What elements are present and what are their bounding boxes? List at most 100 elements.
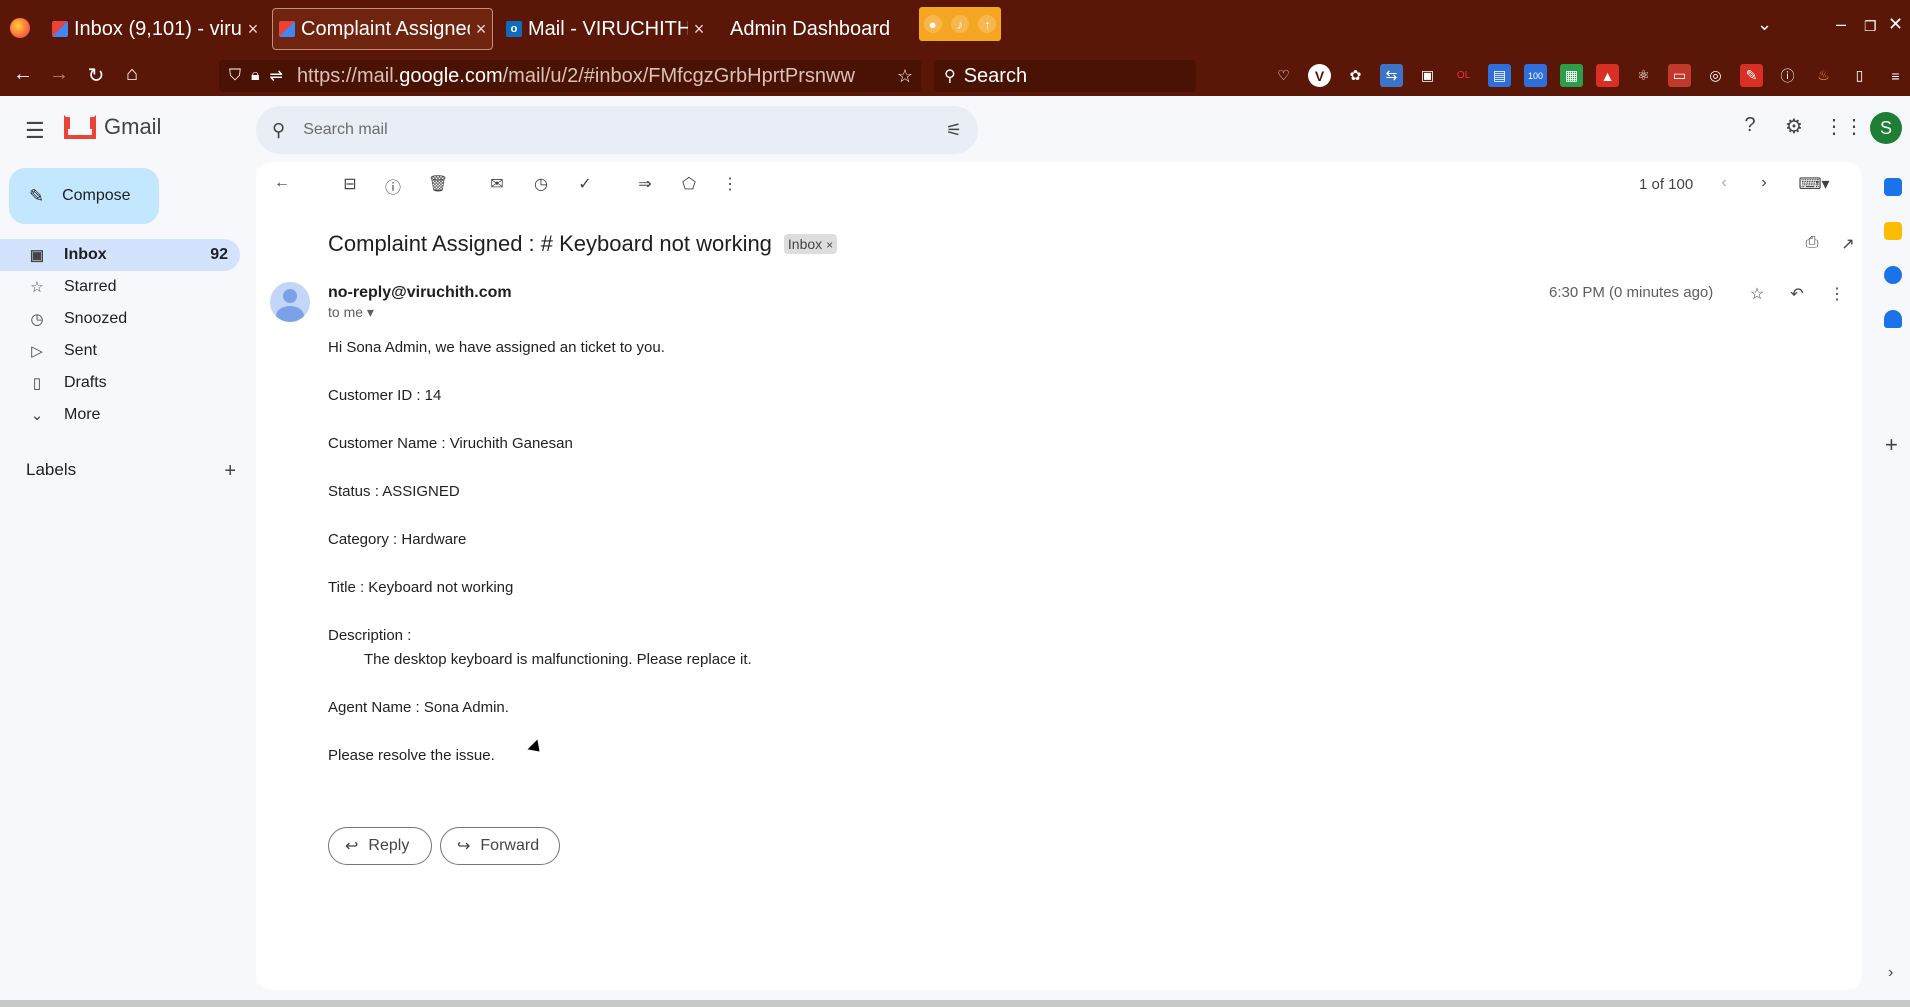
gmail-logo[interactable]: Gmail (64, 114, 161, 140)
print-icon[interactable]: ⎙ (1800, 234, 1824, 252)
firefox-logo-icon[interactable] (10, 18, 30, 38)
calendar-icon[interactable] (1884, 178, 1902, 196)
counter-extension-icon[interactable]: 100 (1524, 64, 1547, 87)
close-tab-icon[interactable]: × (688, 19, 710, 40)
ol-extension-icon[interactable]: OL (1452, 64, 1475, 87)
permissions-icon[interactable]: ⇌ (270, 66, 283, 86)
sidebar-item-sent[interactable]: ▷ Sent (0, 335, 240, 367)
bulb-extension-icon[interactable]: ◎ (1704, 64, 1727, 87)
browser-search-bar[interactable]: ⚲ Search (934, 60, 1196, 92)
main-menu-icon[interactable]: ☰ (25, 118, 45, 144)
tasks-icon[interactable] (1884, 266, 1902, 284)
input-tools-icon[interactable]: ⌨▾ (1794, 174, 1834, 194)
pocket-icon[interactable]: ♡ (1272, 64, 1295, 87)
help-icon[interactable]: ? (1736, 114, 1764, 137)
sidebar-item-more[interactable]: ⌄ More (0, 399, 240, 431)
sidebar-item-drafts[interactable]: ▯ Drafts (0, 367, 240, 399)
close-window-icon[interactable]: ✕ (1888, 14, 1903, 35)
remove-label-icon[interactable]: × (826, 238, 833, 252)
show-side-panel-icon[interactable]: › (1888, 964, 1893, 982)
box-extension-icon[interactable]: ▣ (1416, 64, 1439, 87)
open-new-window-icon[interactable]: ↗ (1836, 234, 1860, 254)
info-extension-icon[interactable]: ⓘ (1776, 64, 1799, 87)
pen-extension-icon[interactable]: ✎ (1740, 64, 1763, 87)
older-chevron-icon[interactable]: › (1752, 174, 1776, 192)
bookmark-star-icon[interactable]: ☆ (897, 66, 913, 87)
restore-icon[interactable]: ❐ (1864, 18, 1877, 35)
translate-extension-icon[interactable]: ⇆ (1380, 64, 1403, 87)
forward-button[interactable]: ↪ Forward (440, 827, 560, 865)
delete-icon[interactable]: 🗑︎ (426, 174, 450, 194)
add-label-icon[interactable]: + (224, 460, 236, 483)
sidebar-item-label: Sent (64, 342, 97, 359)
forward-icon[interactable]: → (46, 63, 72, 86)
newer-chevron-icon[interactable]: ‹ (1712, 174, 1736, 192)
more-actions-icon[interactable]: ⋮ (718, 174, 742, 194)
sender-email[interactable]: no-reply@viruchith.com (328, 284, 512, 302)
report-spam-icon[interactable]: ⓘ (381, 174, 405, 198)
url-text[interactable]: https://mail.google.com/mail/u/2/#inbox/… (297, 65, 897, 88)
body-description-label: Description : (328, 627, 412, 644)
account-avatar[interactable]: S (1870, 112, 1902, 144)
close-tab-icon[interactable]: × (470, 19, 492, 40)
label-icon[interactable]: ⬠ (677, 174, 701, 194)
lock-icon[interactable]: 🔒︎ (251, 67, 260, 85)
save-extension-icon[interactable]: ▤ (1488, 64, 1511, 87)
v-extension-icon[interactable]: V (1308, 64, 1331, 87)
back-to-inbox-icon[interactable]: ← (270, 174, 294, 192)
firefox-icon[interactable]: ● (923, 15, 942, 33)
compose-button[interactable]: ✎ Compose (9, 168, 159, 224)
flame-extension-icon[interactable]: ♨ (1812, 64, 1835, 87)
tab-inbox[interactable]: Inbox (9,101) - viruc × (52, 8, 264, 50)
mark-unread-icon[interactable]: ✉ (485, 174, 509, 194)
list-tabs-icon[interactable]: ⌄ (1757, 14, 1772, 35)
reply-icon[interactable]: ↶ (1785, 284, 1809, 304)
reply-button[interactable]: ↩ Reply (328, 827, 432, 865)
gmail-favicon-icon (279, 21, 295, 37)
reload-icon[interactable]: ↻ (83, 63, 109, 88)
message-more-icon[interactable]: ⋮ (1825, 284, 1849, 304)
tab-outlook-mail[interactable]: o Mail - VIRUCHITH G × (506, 8, 710, 50)
home-icon[interactable]: ⌂ (119, 63, 145, 86)
pdf-extension-icon[interactable]: ▲ (1596, 64, 1619, 87)
message-subject: Complaint Assigned : # Keyboard not work… (328, 231, 838, 257)
star-message-icon[interactable]: ☆ (1745, 284, 1769, 304)
add-task-icon[interactable]: ✓ (573, 174, 597, 194)
star-icon: ☆ (30, 279, 44, 296)
sidebar-item-starred[interactable]: ☆ Starred (0, 271, 240, 303)
move-to-icon[interactable]: ⇒ (633, 174, 657, 194)
shield-icon[interactable]: ⛉ (229, 67, 241, 85)
back-icon[interactable]: ← (10, 63, 36, 86)
labels-header: Labels + (26, 460, 236, 483)
apps-grid-icon[interactable]: ⋮⋮⋮ (1824, 114, 1884, 139)
sheets-extension-icon[interactable]: ▦ (1560, 64, 1583, 87)
message-toolbar: ← ⊟ ⓘ 🗑︎ ✉ ◷ ✓ ⇒ ⬠ ⋮ 1 of 100 ‹ › ⌨▾ (256, 162, 1862, 210)
search-icon[interactable]: ⚲ (272, 120, 285, 141)
search-input[interactable] (303, 121, 946, 139)
tablet-extension-icon[interactable]: ▯ (1848, 64, 1871, 87)
puzzle-extension-icon[interactable]: ✿ (1344, 64, 1367, 87)
search-options-icon[interactable]: ⚟ (946, 120, 962, 141)
contacts-icon[interactable] (1884, 310, 1902, 328)
tab-complaint-assigned[interactable]: Complaint Assigned × (272, 8, 493, 50)
close-tab-icon[interactable]: × (242, 19, 264, 40)
minimize-icon[interactable]: – (1836, 14, 1846, 35)
tab-admin-dashboard[interactable]: Admin Dashboard (730, 8, 910, 50)
react-extension-icon[interactable]: ⚛ (1632, 64, 1655, 87)
outlook-favicon-icon: o (506, 21, 522, 37)
recipient-toggle[interactable]: to me ▾ (328, 304, 374, 321)
keep-icon[interactable] (1884, 222, 1902, 240)
sidebar-item-inbox[interactable]: ▣ Inbox 92 (0, 239, 240, 271)
snooze-icon[interactable]: ◷ (529, 174, 553, 194)
archive-icon[interactable]: ⊟ (338, 174, 362, 194)
url-prefix: https://mail. (296, 64, 400, 87)
menu-icon[interactable]: ≡ (1884, 64, 1907, 87)
message-panel: ← ⊟ ⓘ 🗑︎ ✉ ◷ ✓ ⇒ ⬠ ⋮ 1 of 100 ‹ › ⌨▾ Com… (256, 162, 1862, 990)
screen-extension-icon[interactable]: ▭ (1668, 64, 1691, 87)
add-addon-icon[interactable]: + (1885, 432, 1898, 458)
url-bar[interactable]: ⛉ 🔒︎ ⇌ https://mail.google.com/mail/u/2/… (219, 60, 921, 92)
microphone-icon[interactable]: ♪ (950, 15, 969, 33)
share-screen-icon[interactable]: ↑ (978, 15, 997, 33)
sidebar-item-snoozed[interactable]: ◷ Snoozed (0, 303, 240, 335)
settings-gear-icon[interactable]: ⚙ (1780, 114, 1808, 139)
